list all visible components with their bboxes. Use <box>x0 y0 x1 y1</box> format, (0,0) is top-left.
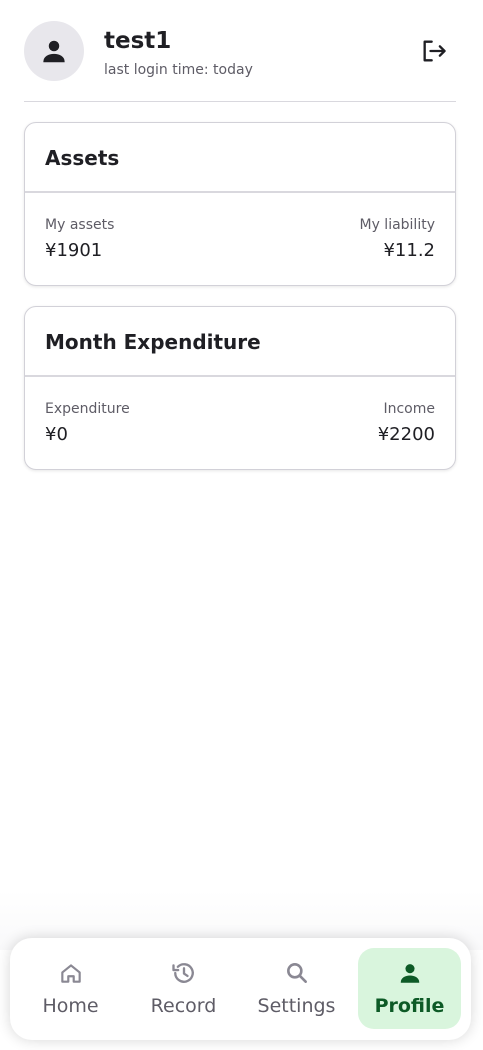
logout-icon <box>423 40 446 62</box>
income-label: Income <box>383 401 435 417</box>
nav-item-profile[interactable]: Profile <box>358 948 461 1029</box>
nav-label-record: Record <box>150 995 217 1017</box>
income-stat: Income ¥2200 <box>378 400 435 446</box>
card-divider <box>25 375 455 377</box>
header-divider <box>24 101 456 102</box>
home-icon <box>60 964 81 983</box>
nav-item-home[interactable]: Home <box>19 948 122 1029</box>
logout-button[interactable] <box>418 35 450 67</box>
assets-card: Assets My assets ¥1901 My liability ¥11.… <box>24 122 456 286</box>
my-assets-value: ¥1901 <box>45 240 103 261</box>
profile-page: test1 last login time: today Assets My a… <box>0 0 483 1050</box>
bottom-navigation: Home Record Settings Profile <box>10 938 471 1040</box>
month-expenditure-card: Month Expenditure Expenditure ¥0 Income … <box>24 306 456 470</box>
profile-header: test1 last login time: today <box>24 21 456 81</box>
username: test1 <box>104 28 172 54</box>
avatar <box>24 21 84 81</box>
nav-label-home: Home <box>42 995 99 1017</box>
assets-card-title: Assets <box>45 146 120 170</box>
expenditure-value: ¥0 <box>45 424 68 445</box>
income-value: ¥2200 <box>377 424 435 445</box>
expenditure-label: Expenditure <box>45 401 130 417</box>
my-liability-label: My liability <box>359 217 435 233</box>
expenditure-stat: Expenditure ¥0 <box>45 400 130 446</box>
nav-item-settings[interactable]: Settings <box>245 948 348 1029</box>
search-icon <box>286 963 307 983</box>
nav-item-record[interactable]: Record <box>132 948 235 1029</box>
person-icon <box>43 40 65 63</box>
person-icon <box>400 964 419 983</box>
last-login-time: last login time: today <box>104 62 253 78</box>
month-card-title: Month Expenditure <box>45 330 261 354</box>
my-assets-stat: My assets ¥1901 <box>45 216 114 262</box>
nav-label-profile: Profile <box>374 995 445 1017</box>
nav-label-settings: Settings <box>257 995 336 1017</box>
my-assets-label: My assets <box>45 217 115 233</box>
card-divider <box>25 191 455 193</box>
my-liability-stat: My liability ¥11.2 <box>359 216 435 262</box>
history-icon <box>171 963 194 983</box>
my-liability-value: ¥11.2 <box>383 240 435 261</box>
